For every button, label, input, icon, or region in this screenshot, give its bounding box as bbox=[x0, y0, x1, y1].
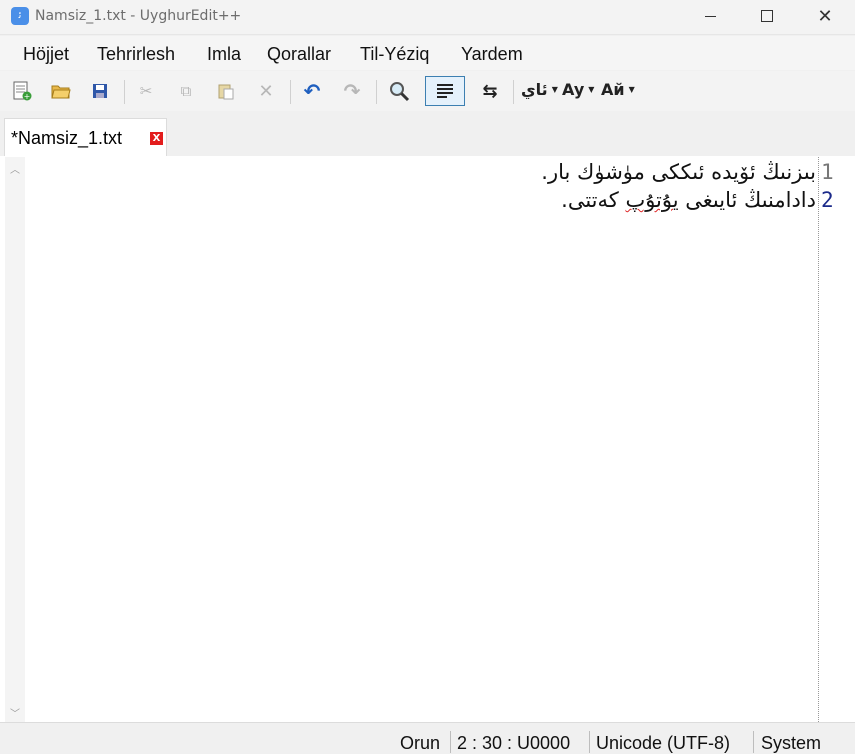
window-title: Namsiz_1.txt - UyghurEdit++ bbox=[35, 8, 242, 24]
scroll-down-icon[interactable]: ﹀ bbox=[5, 705, 25, 720]
copy-icon: ⧉ bbox=[180, 82, 192, 100]
misspelled-word[interactable]: يۇتۇپ bbox=[625, 188, 678, 212]
uyghuredit-icon: ﺋ bbox=[11, 7, 29, 25]
chevron-down-icon: ▼ bbox=[588, 85, 595, 94]
cyrillic-script-dropdown[interactable]: Ай ▼ bbox=[601, 80, 635, 99]
redo-icon: ↷ bbox=[343, 79, 361, 103]
menu-yardem[interactable]: Yardem bbox=[461, 44, 523, 65]
menu-hojjet[interactable]: Höjjet bbox=[23, 44, 69, 65]
delete-icon: ✕ bbox=[258, 80, 274, 102]
text-line-1[interactable]: بىزنىڭ ئۆيدە ئىككى مۈشۈك بار. bbox=[541, 160, 816, 184]
paste-button[interactable] bbox=[212, 77, 240, 105]
open-button[interactable] bbox=[47, 77, 75, 105]
cyrillic-script-label: Ай bbox=[601, 80, 625, 99]
menu-tehrirlesh[interactable]: Tehrirlesh bbox=[97, 44, 175, 65]
maximize-button[interactable] bbox=[737, 0, 797, 34]
status-position: 2 : 30 : U0000 bbox=[457, 733, 571, 753]
text-line-2[interactable]: دادامنىڭ ئايىغى يۇتۇپ كەتتى. bbox=[561, 188, 816, 212]
line-number-1: 1 bbox=[821, 160, 834, 184]
swap-direction-icon: ⇆ bbox=[482, 80, 498, 102]
search-icon bbox=[390, 82, 410, 102]
vertical-scrollbar[interactable]: ︿ ﹀ bbox=[5, 157, 25, 722]
menu-imla[interactable]: Imla bbox=[207, 44, 241, 65]
save-icon bbox=[93, 84, 107, 98]
status-keyboard: System bbox=[761, 733, 822, 753]
uyghur-script-dropdown[interactable]: ئاي ▼ bbox=[521, 80, 558, 99]
open-folder-icon bbox=[51, 85, 71, 99]
text-line-2-start: دادامنىڭ ئايىغى bbox=[678, 188, 816, 212]
text-line-2-end: كەتتى. bbox=[561, 188, 626, 212]
close-icon: ✕ bbox=[817, 6, 833, 27]
delete-button[interactable]: ✕ bbox=[252, 77, 280, 105]
status-orun-label: Orun bbox=[400, 733, 441, 753]
save-button[interactable] bbox=[86, 77, 114, 105]
tab-namsiz-1[interactable]: *Namsiz_1.txt X bbox=[4, 118, 167, 157]
new-file-button[interactable]: + bbox=[8, 77, 36, 105]
status-encoding: Unicode (UTF-8) bbox=[596, 733, 731, 753]
undo-button[interactable]: ↶ bbox=[298, 77, 326, 105]
menu-til-yeziq[interactable]: Til-Yéziq bbox=[360, 44, 429, 65]
document-tabs: *Namsiz_1.txt X bbox=[0, 112, 855, 157]
tab-label: *Namsiz_1.txt bbox=[11, 128, 123, 148]
close-tab-icon[interactable]: X bbox=[150, 132, 163, 145]
search-button[interactable] bbox=[385, 77, 413, 105]
menu-bar: Höjjet Tehrirlesh Imla Qorallar Til-Yézi… bbox=[0, 36, 855, 70]
menu-qorallar[interactable]: Qorallar bbox=[267, 44, 331, 65]
paste-icon bbox=[218, 84, 234, 100]
close-window-button[interactable]: ✕ bbox=[795, 0, 855, 34]
chevron-down-icon: ▼ bbox=[628, 85, 635, 94]
minimize-icon bbox=[704, 15, 716, 17]
word-wrap-button[interactable] bbox=[425, 76, 465, 106]
latin-script-label: Ay bbox=[562, 80, 585, 99]
line-number-2: 2 bbox=[821, 188, 834, 212]
svg-text:+: + bbox=[24, 92, 31, 101]
cut-icon: ✂ bbox=[139, 82, 153, 100]
status-bar: Orun 2 : 30 : U0000 Unicode (UTF-8) Syst… bbox=[0, 722, 855, 753]
new-file-icon: + bbox=[13, 81, 32, 101]
scroll-up-icon[interactable]: ︿ bbox=[5, 161, 25, 176]
swap-direction-button[interactable]: ⇆ bbox=[476, 77, 504, 105]
gutter-divider bbox=[818, 157, 819, 722]
minimize-button[interactable] bbox=[680, 0, 740, 34]
copy-button[interactable]: ⧉ bbox=[172, 77, 200, 105]
latin-script-dropdown[interactable]: Ay ▼ bbox=[562, 80, 594, 99]
cut-button[interactable]: ✂ bbox=[132, 77, 160, 105]
undo-icon: ↶ bbox=[303, 79, 321, 103]
uyghur-script-label: ئاي bbox=[521, 80, 548, 99]
redo-button[interactable]: ↷ bbox=[338, 77, 366, 105]
maximize-icon bbox=[761, 10, 773, 22]
editor-area[interactable] bbox=[0, 156, 855, 722]
word-wrap-icon bbox=[437, 84, 453, 98]
chevron-down-icon: ▼ bbox=[551, 85, 558, 94]
toolbar: + ✂ ⧉ ✕ ↶ ↷ ⇆ ئاي ▼ Ay ▼ Ай ▼ bbox=[0, 71, 855, 111]
title-bar: ﺋ Namsiz_1.txt - UyghurEdit++ ✕ bbox=[0, 0, 855, 35]
